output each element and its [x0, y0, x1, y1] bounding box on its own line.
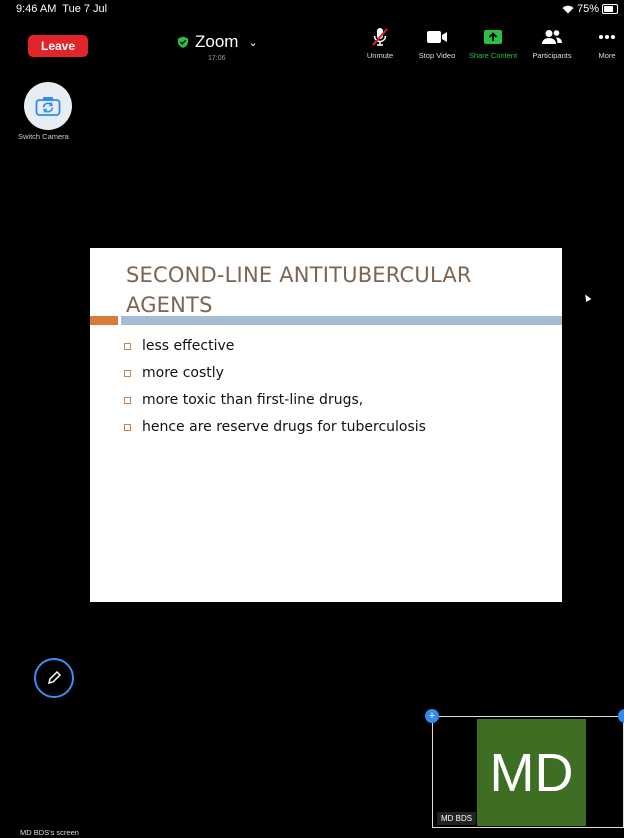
shield-icon: [178, 36, 188, 48]
meeting-toolbar: Leave Zoom ⌄ 17:06 Unmute Stop Video Sha…: [12, 20, 624, 68]
meeting-title-dropdown[interactable]: Zoom ⌄: [177, 32, 297, 52]
pencil-icon: [47, 670, 62, 685]
annotate-button[interactable]: [34, 658, 74, 698]
slide-bullet-list: less effective more costly more toxic th…: [124, 336, 544, 444]
bullet-icon: [124, 397, 131, 404]
wifi-icon: [562, 5, 574, 13]
slide-title: SECOND-LINE ANTITUBERCULAR AGENTS: [126, 263, 472, 317]
slide-divider-bar: [121, 316, 562, 325]
leave-button[interactable]: Leave: [28, 35, 88, 57]
status-bar: 9:46 AM Tue 7 Jul 75%: [12, 0, 624, 18]
list-item: hence are reserve drugs for tuberculosis: [124, 417, 544, 444]
clock: 9:46 AM: [16, 3, 57, 15]
mic-muted-icon: [372, 28, 388, 46]
bullet-text: less effective: [142, 338, 235, 354]
battery-icon: [602, 4, 618, 14]
share-content-button[interactable]: Share Content: [464, 26, 522, 60]
date: Tue 7 Jul: [62, 3, 108, 15]
participants-icon: [542, 30, 562, 44]
chevron-down-icon: ⌄: [248, 36, 258, 49]
meeting-title: Zoom: [195, 32, 239, 51]
status-indicators: 75%: [562, 3, 618, 15]
stop-video-button[interactable]: Stop Video: [414, 26, 460, 60]
self-video-thumbnail[interactable]: MD MD BDS: [432, 716, 624, 828]
plus-icon[interactable]: +: [425, 709, 439, 723]
slide-accent-bar: [90, 316, 118, 325]
switch-camera-button[interactable]: [24, 82, 72, 130]
camera-switch-icon: [35, 97, 61, 116]
unmute-label: Unmute: [366, 51, 394, 60]
bullet-text: hence are reserve drugs for tuberculosis: [142, 419, 426, 435]
list-item: more toxic than first-line drugs,: [124, 390, 544, 417]
more-label: More: [598, 51, 616, 60]
participant-name-tag: MD BDS: [437, 812, 477, 825]
meeting-elapsed-time: 17:06: [208, 55, 226, 62]
avatar: MD: [477, 719, 586, 826]
list-item: more costly: [124, 363, 544, 390]
list-item: less effective: [124, 336, 544, 363]
battery-percent: 75%: [576, 3, 599, 15]
share-screen-icon: [484, 30, 502, 44]
bullet-icon: [124, 370, 131, 377]
bullet-icon: [124, 424, 131, 431]
participants-label: Participants: [532, 51, 572, 60]
bullet-text: more costly: [142, 365, 224, 381]
shared-screen-owner-label: MD BDS's screen: [20, 828, 79, 837]
bullet-text: more toxic than first-line drugs,: [142, 392, 364, 408]
share-content-label: Share Content: [468, 51, 518, 60]
more-button[interactable]: More: [592, 26, 622, 60]
more-icon: [599, 35, 615, 39]
video-camera-icon: [427, 31, 447, 43]
bullet-icon: [124, 343, 131, 350]
status-time: 9:46 AM Tue 7 Jul: [16, 3, 107, 15]
remote-cursor-icon: [582, 292, 592, 303]
switch-camera-label: Switch Camera: [18, 132, 69, 141]
shared-screen-slide: SECOND-LINE ANTITUBERCULAR AGENTS less e…: [90, 248, 562, 602]
participants-button[interactable]: Participants: [527, 26, 577, 60]
zoom-meeting-window: 9:46 AM Tue 7 Jul 75% Leave Zoom ⌄ 17:06: [12, 0, 624, 838]
unmute-button[interactable]: Unmute: [360, 26, 400, 60]
stop-video-label: Stop Video: [418, 51, 456, 60]
